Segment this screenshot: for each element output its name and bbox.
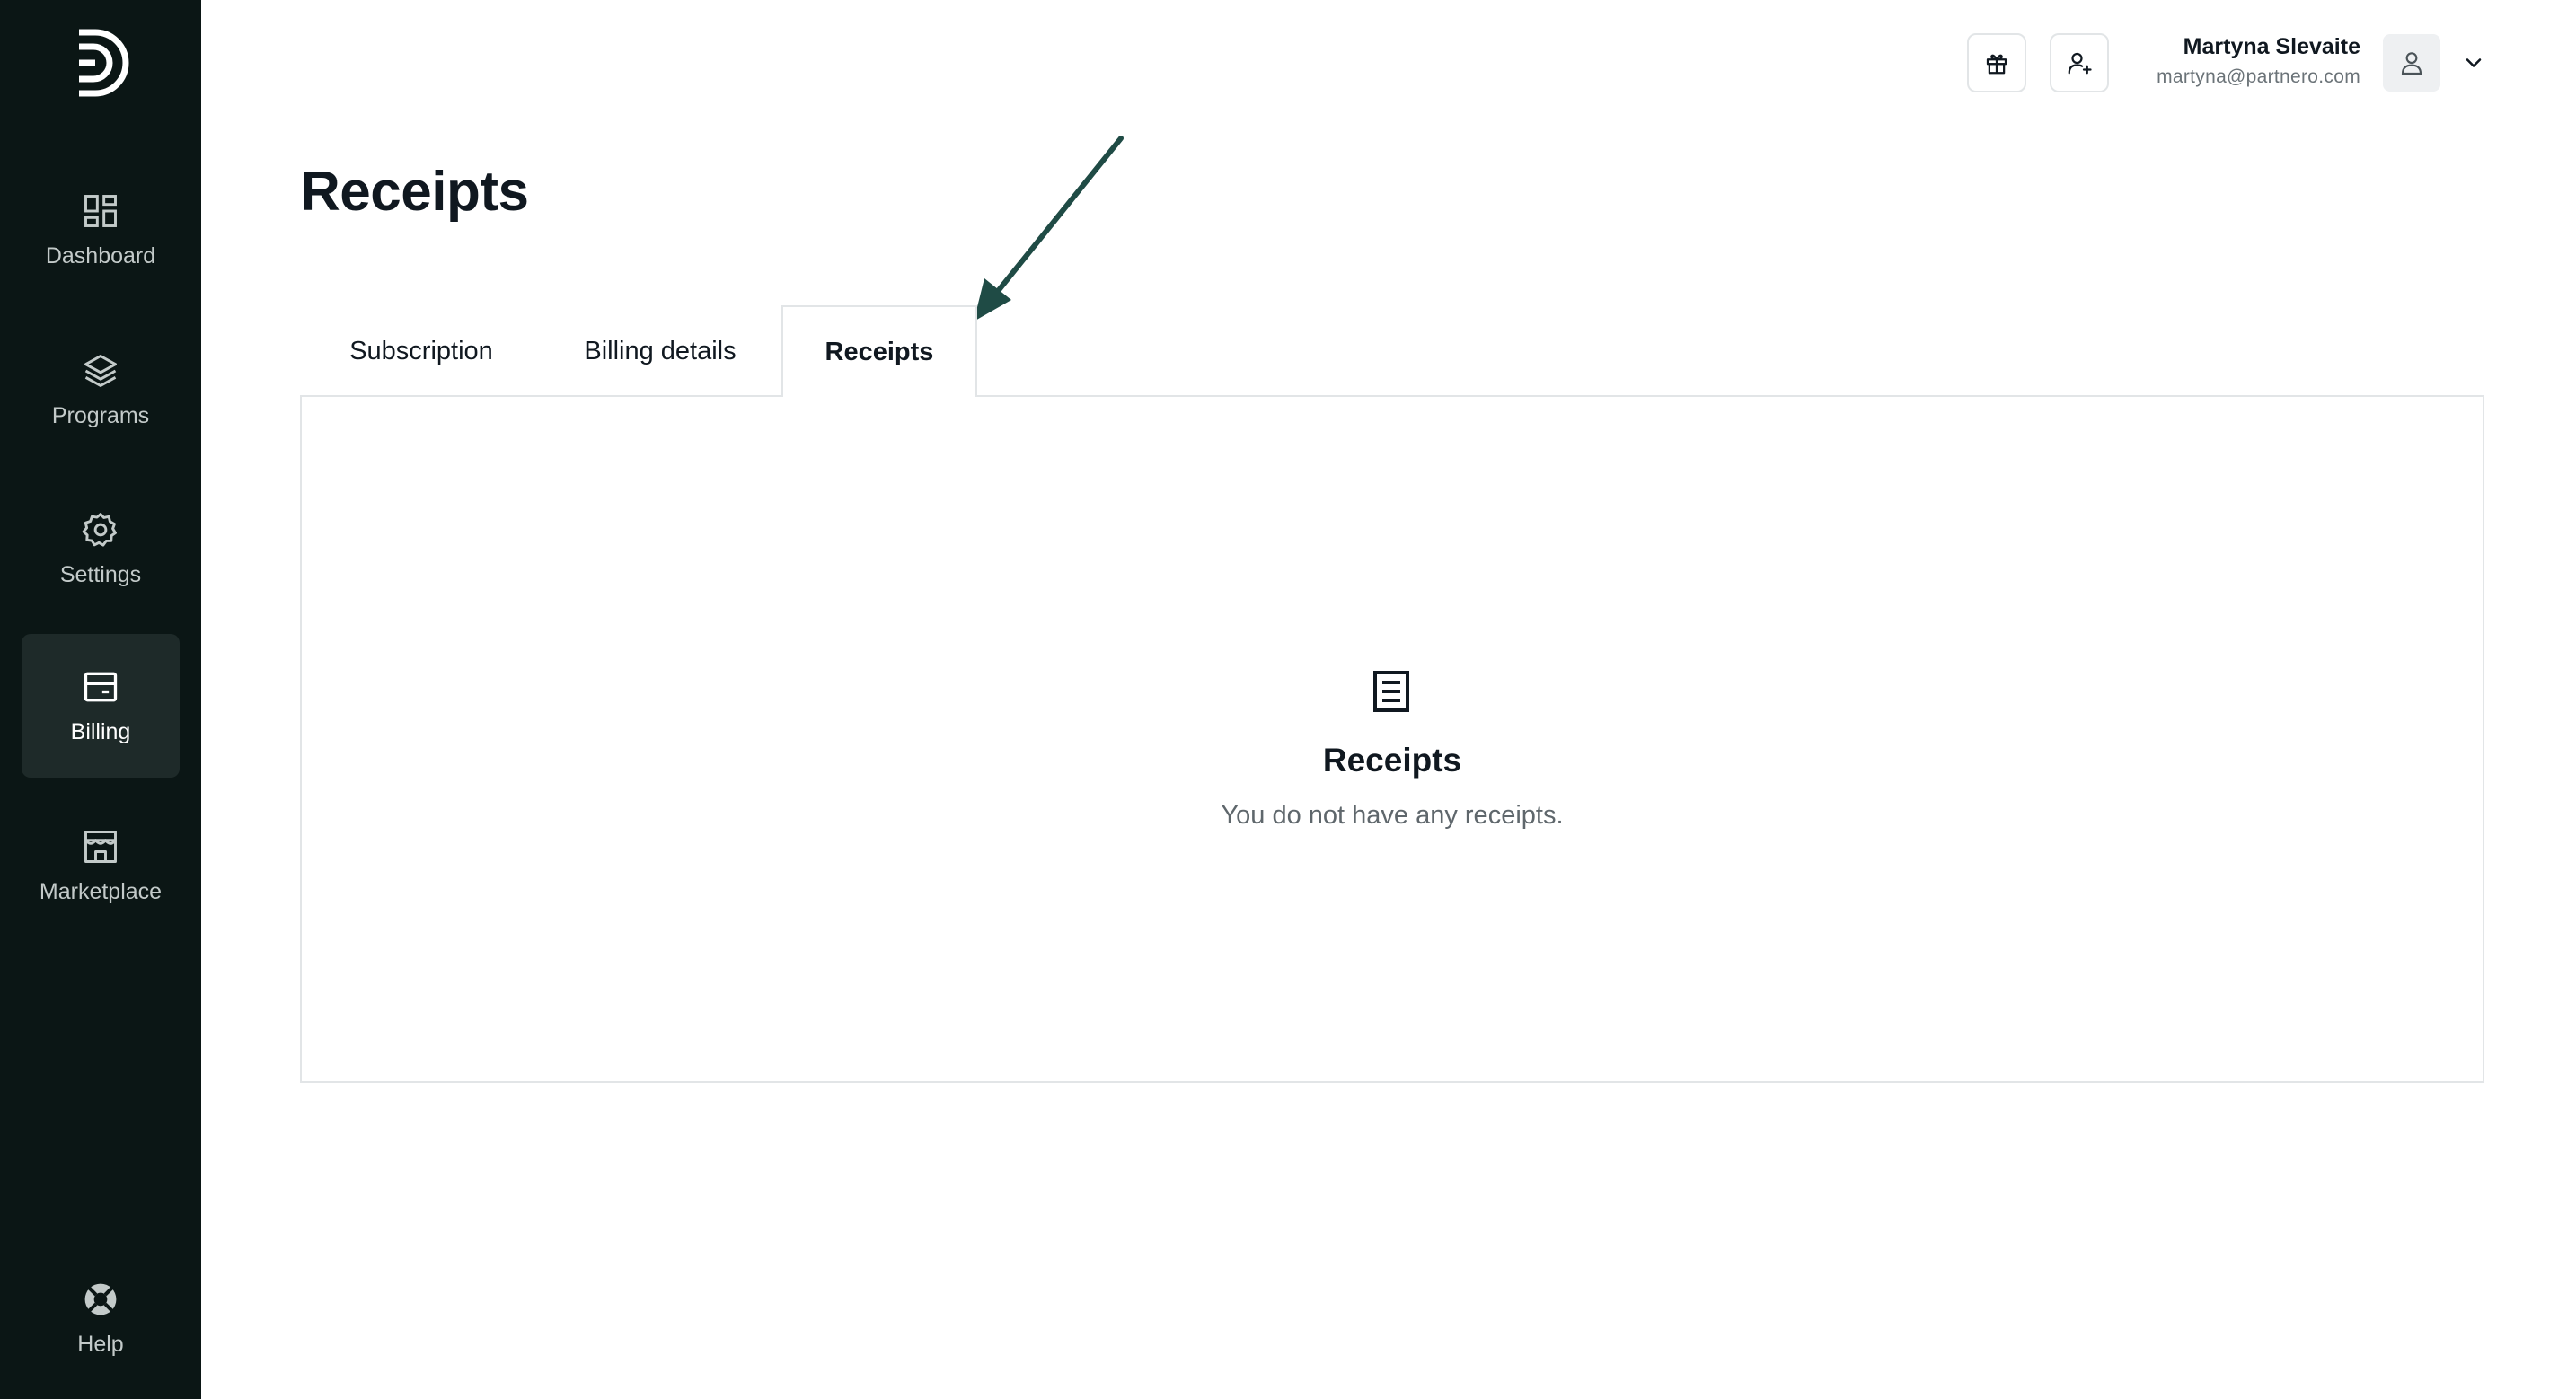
receipt-icon: [1373, 671, 1409, 712]
sidebar-item-label: Marketplace: [39, 878, 163, 904]
user-name: Martyna Slevaite: [2183, 34, 2360, 59]
chevron-down-icon[interactable]: [2461, 50, 2486, 75]
gift-icon: [1986, 54, 2007, 75]
partnero-logo[interactable]: [72, 27, 129, 99]
user-icon: [2401, 52, 2422, 75]
sidebar-item-label: Help: [77, 1331, 124, 1357]
user-plus-icon: [2068, 52, 2092, 75]
empty-state-message: You do not have any receipts.: [1221, 801, 1564, 830]
sidebar-item-dashboard[interactable]: Dashboard: [22, 158, 180, 302]
tab-billing-details[interactable]: Billing details: [559, 305, 762, 397]
sidebar-item-billing[interactable]: Billing: [22, 634, 180, 778]
sidebar-item-programs[interactable]: Programs: [22, 318, 180, 462]
sidebar-item-label: Billing: [70, 718, 131, 744]
sidebar-item-label: Dashboard: [45, 242, 156, 268]
sidebar: Dashboard Programs Settings Billing Mark…: [0, 0, 201, 1399]
store-icon: [84, 830, 117, 863]
receipts-panel: [300, 395, 2484, 1083]
sidebar-item-settings[interactable]: Settings: [22, 477, 180, 620]
sidebar-item-label: Settings: [59, 561, 142, 587]
sidebar-item-label: Programs: [51, 402, 150, 428]
page-title: Receipts: [300, 161, 529, 223]
gift-button[interactable]: [1967, 33, 2026, 92]
annotation-arrow: [974, 136, 1124, 321]
tab-receipts[interactable]: Receipts: [781, 305, 977, 397]
sidebar-item-help[interactable]: Help: [22, 1246, 180, 1390]
sidebar-item-marketplace[interactable]: Marketplace: [22, 794, 180, 937]
tab-subscription[interactable]: Subscription: [327, 305, 516, 397]
dashboard-icon: [84, 194, 117, 227]
gear-icon: [82, 512, 117, 547]
credit-card-icon: [84, 672, 118, 701]
invite-user-button[interactable]: [2050, 33, 2109, 92]
avatar[interactable]: [2383, 34, 2440, 92]
empty-state-title: Receipts: [1322, 742, 1462, 779]
lifebuoy-icon: [84, 1283, 117, 1315]
layers-icon: [84, 354, 117, 387]
user-email: martyna@partnero.com: [2157, 66, 2360, 87]
